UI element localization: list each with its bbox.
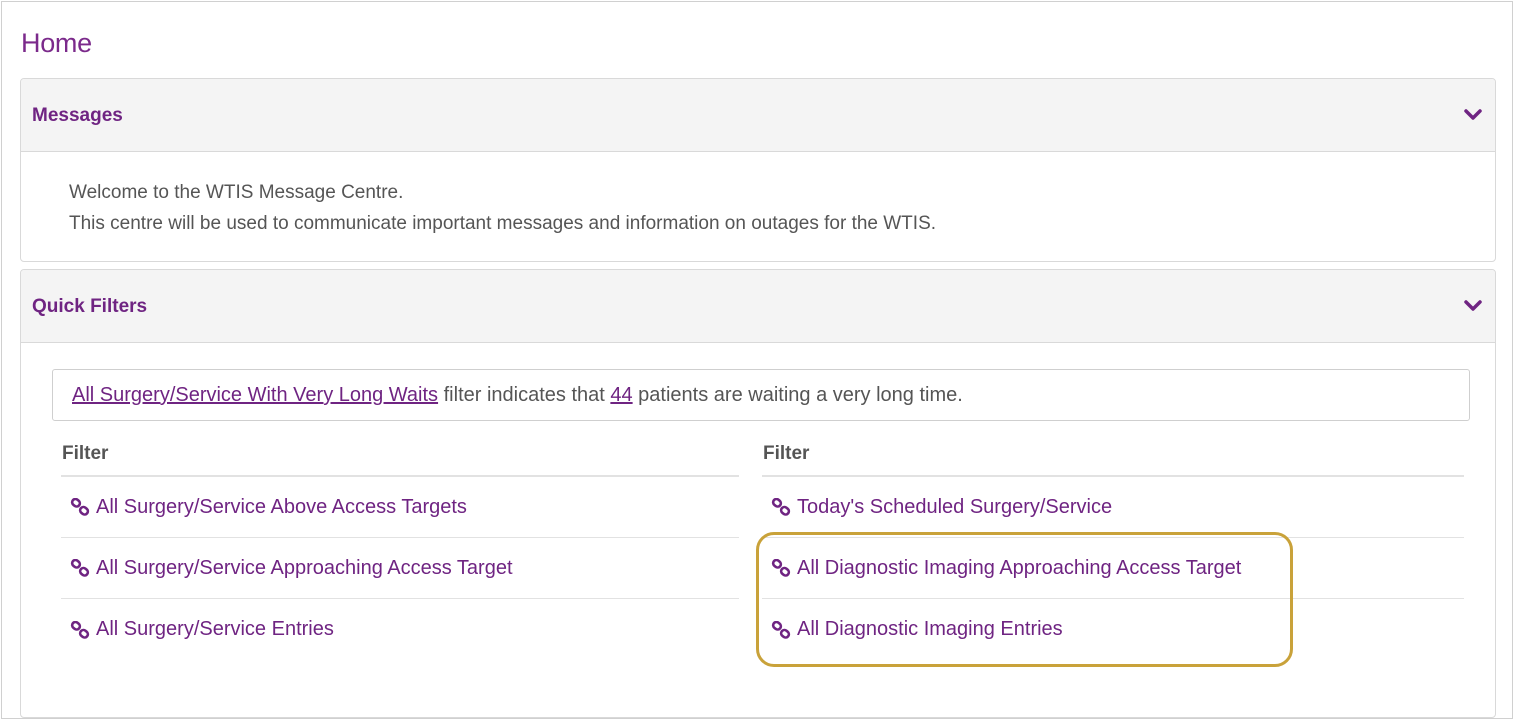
chevron-down-icon[interactable]	[1464, 108, 1482, 122]
link-icon	[771, 559, 791, 577]
filter-row: All Surgery/Service Approaching Access T…	[61, 538, 739, 599]
filter-link-label: Today's Scheduled Surgery/Service	[797, 495, 1113, 518]
alert-text-mid: filter indicates that	[438, 384, 611, 406]
filter-link-above-access-targets[interactable]: All Surgery/Service Above Access Targets	[70, 496, 467, 519]
link-icon	[70, 620, 90, 639]
page-title: Home	[21, 28, 92, 58]
filter-column-header: Filter	[762, 430, 1464, 477]
alert-text-end: patients are waiting a very long time.	[632, 384, 963, 406]
filter-link-surgery-entries[interactable]: All Surgery/Service Entries	[70, 618, 334, 641]
messages-body: Welcome to the WTIS Message Centre. This…	[69, 177, 936, 239]
filter-column-header: Filter	[61, 430, 739, 477]
filter-row: Today's Scheduled Surgery/Service	[762, 477, 1464, 538]
filter-row: All Diagnostic Imaging Entries	[762, 599, 1464, 660]
link-icon	[771, 620, 791, 639]
page-frame: Home Messages Welcome to the WTIS Messag…	[1, 1, 1513, 719]
filter-row: All Diagnostic Imaging Approaching Acces…	[762, 538, 1464, 599]
link-icon	[70, 559, 90, 577]
messages-panel-header[interactable]: Messages	[21, 79, 1495, 152]
quick-filters-panel-title: Quick Filters	[32, 296, 148, 317]
filter-link-di-approaching-access-target[interactable]: All Diagnostic Imaging Approaching Acces…	[771, 557, 1241, 580]
message-line: Welcome to the WTIS Message Centre.	[69, 182, 404, 203]
filter-row: All Surgery/Service Above Access Targets	[61, 477, 739, 538]
filter-column-right: Filter Today's Scheduled Surgery/Service	[762, 430, 1464, 660]
filter-link-di-entries[interactable]: All Diagnostic Imaging Entries	[771, 618, 1063, 641]
filter-link-label: All Diagnostic Imaging Entries	[797, 618, 1063, 640]
messages-panel-title: Messages	[32, 105, 123, 126]
filter-row: All Surgery/Service Entries	[61, 599, 739, 660]
filter-link-label: All Diagnostic Imaging Approaching Acces…	[797, 556, 1242, 579]
quick-filters-panel: Quick Filters All Surgery/Service With V…	[20, 269, 1496, 718]
quick-filters-panel-header[interactable]: Quick Filters	[21, 270, 1495, 343]
filter-column-left: Filter All Surgery/Service Above Access …	[61, 430, 739, 660]
chevron-down-icon[interactable]	[1464, 299, 1482, 313]
link-icon	[70, 498, 90, 516]
filter-link-approaching-access-target[interactable]: All Surgery/Service Approaching Access T…	[70, 557, 513, 580]
filter-link-label: All Surgery/Service Approaching Access T…	[96, 556, 513, 579]
link-icon	[771, 498, 791, 516]
long-wait-alert: All Surgery/Service With Very Long Waits…	[52, 369, 1470, 421]
filter-link-label: All Surgery/Service Entries	[96, 618, 334, 640]
message-line: This centre will be used to communicate …	[69, 213, 937, 234]
patient-count-link[interactable]: 44	[610, 384, 632, 406]
filter-link-todays-scheduled[interactable]: Today's Scheduled Surgery/Service	[771, 496, 1112, 519]
long-waits-filter-link[interactable]: All Surgery/Service With Very Long Waits	[72, 384, 438, 406]
filter-link-label: All Surgery/Service Above Access Targets	[96, 495, 467, 518]
messages-panel: Messages Welcome to the WTIS Message Cen…	[20, 78, 1496, 262]
